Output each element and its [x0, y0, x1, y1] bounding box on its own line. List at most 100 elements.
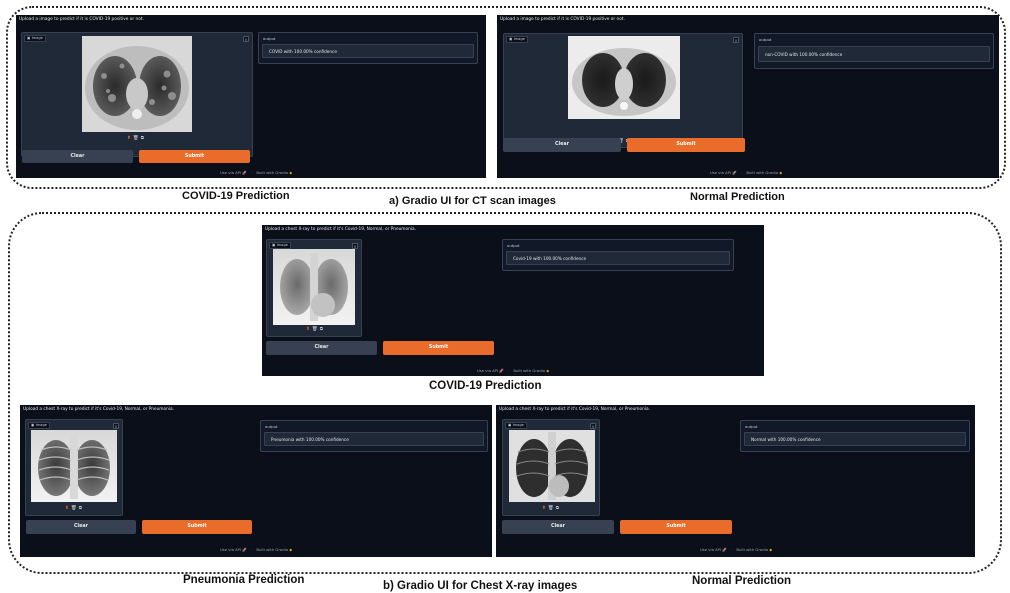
output-label: output [745, 424, 758, 429]
image-tag: ▣ Image [506, 36, 528, 43]
clear-button[interactable]: Clear [502, 520, 614, 534]
trash-icon[interactable]: 🗑 [312, 327, 318, 332]
clipboard-icon[interactable]: ⧉ [556, 506, 559, 511]
ct-normal-caption: Normal Prediction [690, 191, 785, 203]
api-link[interactable]: Use via API [220, 170, 241, 175]
clipboard-icon[interactable]: ⧉ [320, 327, 323, 332]
upload-icon[interactable]: ⬆ [65, 506, 69, 511]
image-tag: ▣ Image [24, 35, 46, 42]
ct-scan-image [568, 36, 680, 119]
gradio-link[interactable]: Built with Gradio [513, 368, 545, 373]
image-input[interactable]: ▣ Image × ⬆🗑⧉ [25, 419, 123, 516]
rocket-icon: 🚀 [242, 547, 248, 552]
clipboard-icon[interactable]: ⧉ [141, 136, 144, 141]
trash-icon[interactable]: 🗑 [133, 136, 139, 141]
gradio-logo-icon: ◆ [769, 547, 773, 552]
image-tools: ⬆🗑⧉ [126, 136, 145, 142]
clipboard-icon[interactable]: ⧉ [79, 506, 82, 511]
image-icon: ▣ [31, 423, 35, 427]
close-icon[interactable]: × [113, 423, 119, 429]
rocket-icon: 🚀 [722, 547, 728, 552]
gradio-link[interactable]: Built with Gradio [736, 547, 768, 552]
panel-description: Upload a image to predict if it is COVID… [19, 17, 144, 22]
image-icon: ▣ [272, 243, 276, 247]
xray-covid-caption: COVID-19 Prediction [429, 380, 542, 392]
panel-description: Upload a image to predict if it is COVID… [500, 17, 625, 22]
xray-pneumonia-caption: Pneumonia Prediction [183, 574, 305, 586]
xray-image [273, 249, 355, 325]
panel-description: Upload a chest X-ray to predict if it's … [265, 227, 417, 232]
gradio-footer: Use via API 🚀 · Built with Gradio ◆ [700, 547, 773, 552]
xray-covid-panel: Upload a chest X-ray to predict if it's … [262, 225, 764, 376]
api-link[interactable]: Use via API [710, 170, 731, 175]
output-label: output [263, 36, 276, 41]
gradio-link[interactable]: Built with Gradio [746, 170, 778, 175]
ct-covid-caption: COVID-19 Prediction [182, 190, 290, 202]
rocket-icon: 🚀 [732, 170, 738, 175]
upload-icon[interactable]: ⬆ [127, 136, 131, 141]
api-link[interactable]: Use via API [220, 547, 241, 552]
xray-normal-caption: Normal Prediction [692, 575, 792, 587]
close-icon[interactable]: × [733, 37, 739, 43]
xray-image [509, 430, 595, 502]
image-tag: ▣ Image [505, 422, 527, 429]
xray-section-caption: b) Gradio UI for Chest X-ray images [383, 580, 578, 592]
output-value: COVID with 100.00% confidence [262, 44, 474, 58]
gradio-footer: Use via API 🚀 · Built with Gradio ◆ [710, 170, 783, 175]
output-value: Pneumonia with 100.00% confidence [264, 432, 484, 446]
output-block: output non-COVID with 100.00% confidence [754, 33, 994, 69]
rocket-icon: 🚀 [499, 368, 505, 373]
panel-description: Upload a chest X-ray to predict if it's … [499, 407, 651, 412]
close-icon[interactable]: × [590, 423, 596, 429]
submit-button[interactable]: Submit [139, 150, 250, 163]
image-input[interactable]: ▣ Image × ⬆🗑⧉ [503, 33, 743, 148]
image-tools: ⬆🗑⧉ [64, 506, 83, 512]
submit-button[interactable]: Submit [620, 520, 732, 534]
ct-normal-panel: Upload a image to predict if it is COVID… [497, 15, 999, 178]
image-input[interactable]: ▣ Image × ⬆🗑⧉ [266, 239, 362, 337]
output-label: output [759, 37, 772, 42]
output-label: output [507, 243, 520, 248]
xray-image [31, 430, 117, 502]
image-tools: ⬆🗑⧉ [305, 327, 324, 333]
trash-icon[interactable]: 🗑 [548, 506, 554, 511]
output-label: output [265, 424, 278, 429]
api-link[interactable]: Use via API [477, 368, 498, 373]
submit-button[interactable]: Submit [627, 138, 745, 152]
image-icon: ▣ [509, 37, 513, 41]
submit-button[interactable]: Submit [383, 341, 494, 355]
output-block: output COVID with 100.00% confidence [258, 32, 478, 64]
clear-button[interactable]: Clear [26, 520, 136, 534]
gradio-footer: Use via API 🚀 · Built with Gradio ◆ [220, 547, 293, 552]
upload-icon[interactable]: ⬆ [306, 327, 310, 332]
gradio-logo-icon: ◆ [289, 170, 293, 175]
gradio-footer: Use via API 🚀 · Built with Gradio ◆ [220, 170, 293, 175]
submit-button[interactable]: Submit [142, 520, 252, 534]
ct-covid-panel: Upload a image to predict if it is COVID… [16, 15, 486, 178]
close-icon[interactable]: × [243, 36, 249, 42]
api-link[interactable]: Use via API [700, 547, 721, 552]
clear-button[interactable]: Clear [266, 341, 377, 355]
trash-icon[interactable]: 🗑 [71, 506, 77, 511]
ct-scan-image [82, 36, 192, 132]
output-value: Covid-19 with 100.00% confidence [506, 251, 730, 265]
xray-pneumonia-panel: Upload a chest X-ray to predict if it's … [20, 405, 492, 557]
gradio-logo-icon: ◆ [779, 170, 783, 175]
image-tag: ▣ Image [28, 422, 50, 429]
xray-normal-panel: Upload a chest X-ray to predict if it's … [496, 405, 975, 557]
panel-description: Upload a chest X-ray to predict if it's … [23, 407, 175, 412]
output-block: output Covid-19 with 100.00% confidence [502, 239, 734, 271]
clear-button[interactable]: Clear [22, 150, 133, 163]
image-input[interactable]: ▣ Image × ⬆🗑⧉ [21, 32, 253, 157]
gradio-link[interactable]: Built with Gradio [256, 547, 288, 552]
gradio-footer: Use via API 🚀 · Built with Gradio ◆ [477, 368, 550, 373]
output-value: non-COVID with 100.00% confidence [758, 46, 990, 62]
image-tools: ⬆🗑⧉ [541, 506, 560, 512]
output-block: output Normal with 100.00% confidence [740, 420, 970, 452]
gradio-logo-icon: ◆ [546, 368, 550, 373]
clear-button[interactable]: Clear [503, 138, 621, 152]
upload-icon[interactable]: ⬆ [542, 506, 546, 511]
gradio-link[interactable]: Built with Gradio [256, 170, 288, 175]
image-input[interactable]: ▣ Image × ⬆🗑⧉ [502, 419, 600, 516]
output-value: Normal with 100.00% confidence [744, 432, 966, 446]
